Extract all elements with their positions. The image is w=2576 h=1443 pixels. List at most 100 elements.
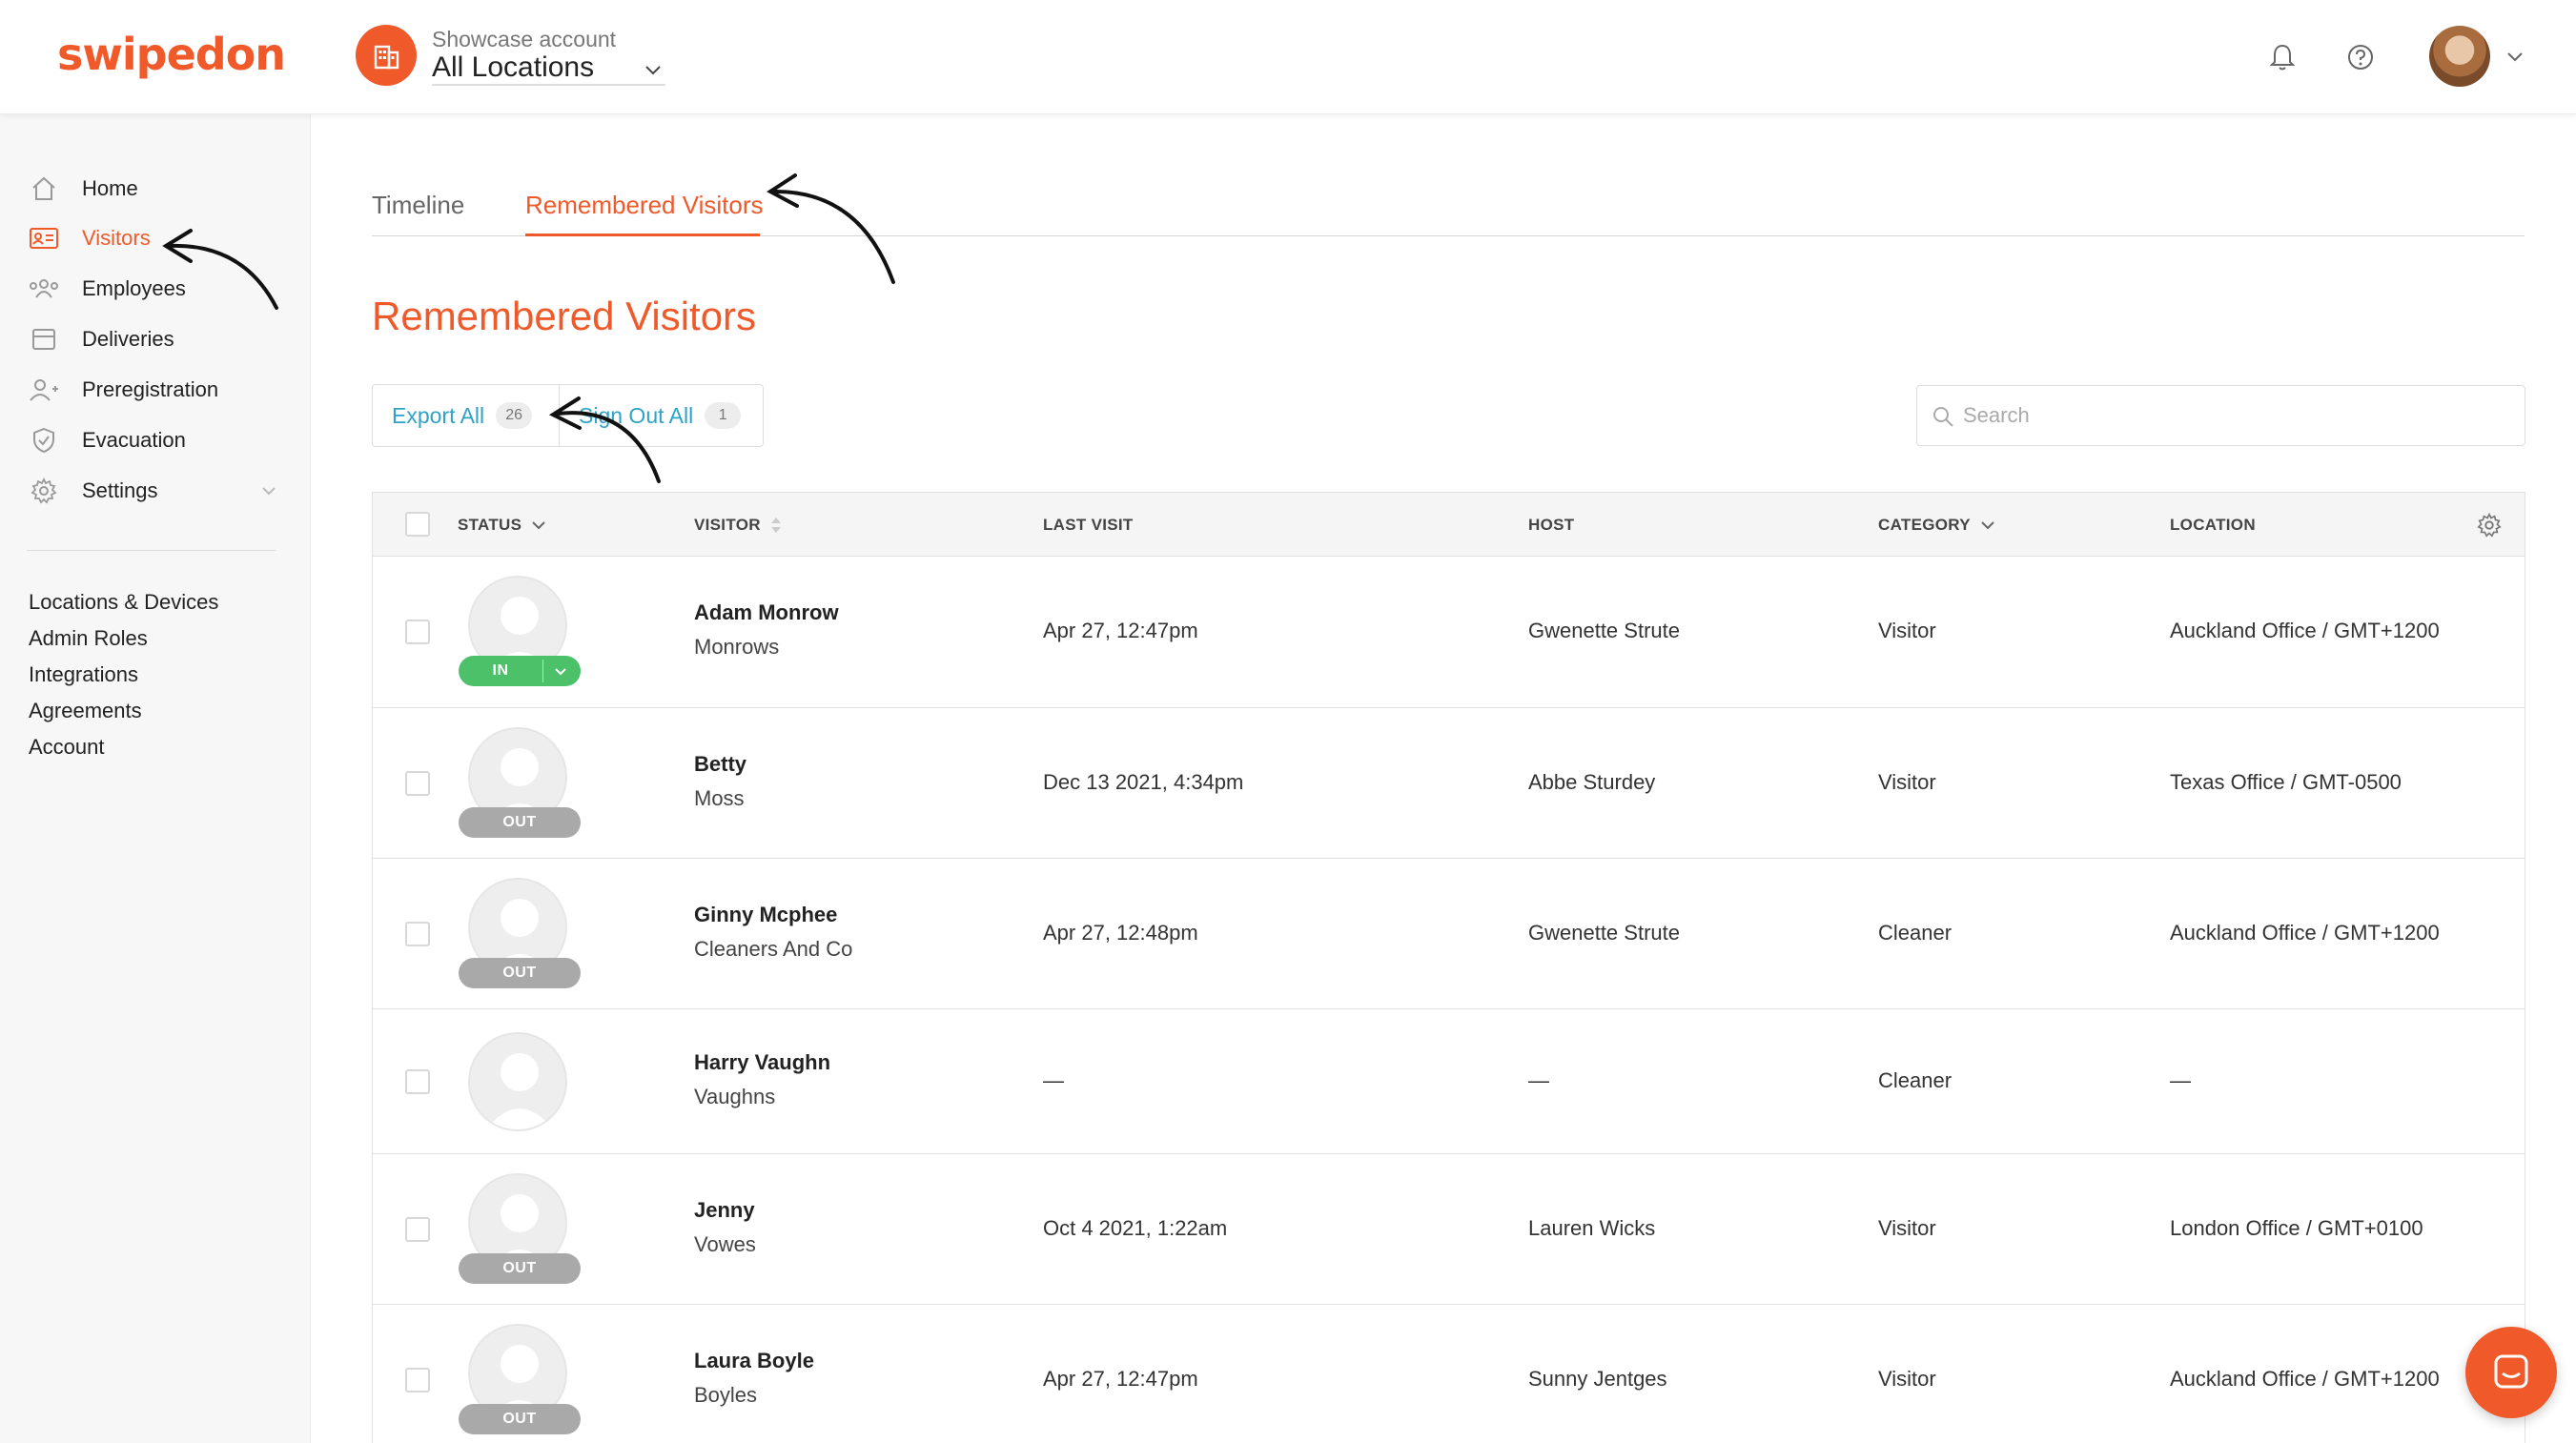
sidebar-item-label: Settings xyxy=(82,478,158,502)
bell-icon[interactable] xyxy=(2265,40,2300,74)
column-header-category[interactable]: CATEGORY xyxy=(1878,493,1997,557)
visitor-name[interactable]: Laura Boyle xyxy=(694,1349,814,1373)
host-name: Abbe Sturdey xyxy=(1528,770,1656,794)
sidebar-item-deliveries[interactable]: Deliveries xyxy=(0,317,286,361)
tab-timeline[interactable]: Timeline xyxy=(372,191,464,220)
location: Auckland Office / GMT+1200 xyxy=(2170,921,2440,945)
category: Visitor xyxy=(1878,770,1936,794)
sidebar-item-label: Evacuation xyxy=(82,428,186,452)
sidebar-link-integrations[interactable]: Integrations xyxy=(29,662,138,687)
tab-remembered-visitors[interactable]: Remembered Visitors xyxy=(525,191,764,220)
location: Auckland Office / GMT+1200 xyxy=(2170,619,2440,642)
page-title: Remembered Visitors xyxy=(372,294,757,338)
host-name: Sunny Jentges xyxy=(1528,1367,1667,1391)
visitor-name[interactable]: Betty xyxy=(694,752,746,777)
user-avatar[interactable] xyxy=(2429,26,2490,87)
location: — xyxy=(2170,1068,2191,1092)
visitor-name[interactable]: Jenny xyxy=(694,1198,755,1223)
sidebar-link-locations-devices[interactable]: Locations & Devices xyxy=(29,590,218,615)
row-checkbox[interactable] xyxy=(405,922,430,946)
shield-icon xyxy=(27,423,61,457)
sidebar-item-employees[interactable]: Employees xyxy=(0,267,286,311)
sidebar-link-agreements[interactable]: Agreements xyxy=(29,699,142,723)
sidebar-item-preregistration[interactable]: Preregistration xyxy=(0,368,286,412)
row-checkbox[interactable] xyxy=(405,1069,430,1094)
deliveries-icon xyxy=(27,322,61,356)
category: Visitor xyxy=(1878,619,1936,642)
chevron-down-icon[interactable] xyxy=(643,59,664,80)
visitor-card-icon xyxy=(27,221,61,255)
host-name: Lauren Wicks xyxy=(1528,1216,1656,1240)
last-visit: — xyxy=(1043,1068,1064,1092)
status-badge-out[interactable]: OUT xyxy=(459,1404,581,1434)
search-input[interactable] xyxy=(1963,386,2516,445)
employees-icon xyxy=(27,272,61,306)
sign-out-all-label: Sign Out All xyxy=(579,402,694,428)
sidebar-link-account[interactable]: Account xyxy=(29,735,105,760)
status-badge-in[interactable]: IN xyxy=(459,656,581,686)
location-selector[interactable]: All Locations xyxy=(432,51,594,84)
help-icon[interactable] xyxy=(2343,40,2378,74)
sidebar-item-visitors[interactable]: Visitors xyxy=(0,216,286,260)
sort-icon xyxy=(770,517,781,533)
chevron-down-icon[interactable] xyxy=(259,481,278,500)
visitor-name[interactable]: Adam Monrow xyxy=(694,600,839,625)
sidebar-item-label: Preregistration xyxy=(82,377,219,401)
host-name: — xyxy=(1528,1068,1549,1092)
visitor-company: Cleaners And Co xyxy=(694,937,853,961)
account-label: Showcase account xyxy=(432,27,617,51)
visitor-photo-placeholder xyxy=(468,1032,567,1131)
visitor-company: Vaughns xyxy=(694,1085,776,1108)
chevron-down-icon[interactable] xyxy=(550,661,571,681)
category: Visitor xyxy=(1878,1216,1936,1240)
table-row[interactable]: OUT Laura Boyle Boyles Apr 27, 12:47pm S… xyxy=(373,1305,2525,1443)
location: Texas Office / GMT-0500 xyxy=(2170,770,2402,794)
row-checkbox[interactable] xyxy=(405,771,430,796)
visitor-name[interactable]: Harry Vaughn xyxy=(694,1050,830,1075)
sidebar-item-evacuation[interactable]: Evacuation xyxy=(0,418,286,462)
visitor-company: Monrows xyxy=(694,635,780,659)
column-header-visitor[interactable]: VISITOR xyxy=(694,493,784,557)
column-header-host[interactable]: HOST xyxy=(1528,493,1574,557)
last-visit: Apr 27, 12:47pm xyxy=(1043,619,1198,642)
status-badge-out[interactable]: OUT xyxy=(459,958,581,988)
visitors-table: STATUS VISITOR LAST VISIT HOST CATEGORY … xyxy=(372,492,2525,1443)
chevron-down-icon[interactable] xyxy=(2504,46,2525,67)
chat-launcher-button[interactable] xyxy=(2465,1327,2557,1418)
location: Auckland Office / GMT+1200 xyxy=(2170,1367,2440,1391)
export-all-label: Export All xyxy=(392,402,485,428)
status-badge-out[interactable]: OUT xyxy=(459,1253,581,1284)
table-settings-gear-icon[interactable] xyxy=(2476,512,2503,539)
last-visit: Oct 4 2021, 1:22am xyxy=(1043,1216,1228,1240)
export-all-button[interactable]: Export All 26 xyxy=(373,385,559,446)
sidebar-item-settings[interactable]: Settings xyxy=(0,469,311,513)
search-box xyxy=(1916,385,2525,446)
sidebar-item-home[interactable]: Home xyxy=(0,167,286,211)
building-icon[interactable] xyxy=(356,25,417,86)
table-header: STATUS VISITOR LAST VISIT HOST CATEGORY … xyxy=(373,493,2525,557)
table-row[interactable]: IN Adam Monrow Monrows Apr 27, 12:47pm G… xyxy=(373,557,2525,708)
column-header-last-visit[interactable]: LAST VISIT xyxy=(1043,493,1134,557)
select-all-checkbox[interactable] xyxy=(405,512,430,537)
row-checkbox[interactable] xyxy=(405,1217,430,1242)
column-header-status[interactable]: STATUS xyxy=(458,493,548,557)
sidebar-link-admin-roles[interactable]: Admin Roles xyxy=(29,626,148,651)
table-row[interactable]: OUT Ginny Mcphee Cleaners And Co Apr 27,… xyxy=(373,859,2525,1009)
sign-out-all-button[interactable]: Sign Out All 1 xyxy=(559,385,763,446)
visitor-name[interactable]: Ginny Mcphee xyxy=(694,903,837,927)
sidebar-item-label: Employees xyxy=(82,276,186,300)
swipedon-logo[interactable]: swipedon xyxy=(57,29,286,80)
category: Visitor xyxy=(1878,1367,1936,1391)
table-row[interactable]: OUT Betty Moss Dec 13 2021, 4:34pm Abbe … xyxy=(373,708,2525,859)
row-checkbox[interactable] xyxy=(405,620,430,644)
table-row[interactable]: OUT Jenny Vowes Oct 4 2021, 1:22am Laure… xyxy=(373,1154,2525,1305)
row-checkbox[interactable] xyxy=(405,1368,430,1392)
sidebar: Home Visitors Employees Deliveries Prere… xyxy=(0,114,311,1443)
visitor-company: Moss xyxy=(694,786,745,810)
add-person-icon xyxy=(27,373,61,407)
search-icon xyxy=(1933,407,1953,427)
status-badge-out[interactable]: OUT xyxy=(459,807,581,838)
table-row[interactable]: Harry Vaughn Vaughns — — Cleaner — xyxy=(373,1009,2525,1154)
column-header-location[interactable]: LOCATION xyxy=(2170,493,2256,557)
export-count-badge: 26 xyxy=(496,402,533,429)
